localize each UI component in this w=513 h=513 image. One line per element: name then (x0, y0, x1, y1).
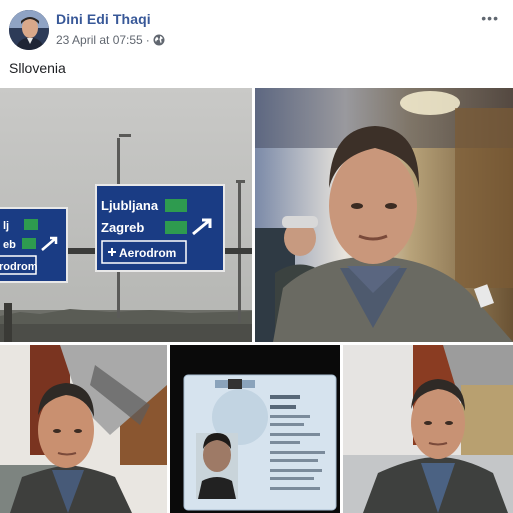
photo-passport[interactable] (170, 345, 340, 513)
photo-bus-window-left[interactable] (0, 345, 167, 513)
post-meta: 23 April at 07:55 · (56, 33, 165, 47)
sign-main-aerodrom: Aerodrom (119, 246, 176, 260)
photo-bus-window-right[interactable] (343, 345, 513, 513)
photo-bus-selfie[interactable] (255, 88, 513, 342)
more-options-button[interactable]: ••• (481, 10, 499, 26)
bus-window-right-image (343, 345, 513, 513)
post-text: Sllovenia (9, 60, 66, 76)
passport-image (170, 345, 340, 513)
meta-separator: · (145, 33, 150, 47)
bus-window-left-image (0, 345, 167, 513)
sign-main-city2: Zagreb (101, 220, 144, 235)
globe-icon[interactable] (153, 34, 165, 46)
sign-left-line1: lj (3, 220, 9, 232)
sign-main-city1: Ljubljana (101, 198, 159, 213)
avatar-image (9, 10, 49, 50)
bus-selfie-image (255, 88, 513, 342)
sign-left-aerodrom: rodrom (0, 261, 38, 273)
facebook-post: Dini Edi Thaqi 23 April at 07:55 · ••• S… (0, 0, 513, 513)
author-avatar[interactable] (9, 10, 49, 50)
photo-highway-signs[interactable]: lj eb rodrom Ljubljana Zagreb Aerodrom (0, 88, 252, 342)
author-name[interactable]: Dini Edi Thaqi (56, 11, 151, 27)
post-timestamp[interactable]: 23 April at 07:55 (56, 33, 143, 47)
sign-left-line2: eb (3, 239, 16, 251)
highway-signs-image: lj eb rodrom Ljubljana Zagreb Aerodrom (0, 88, 252, 342)
